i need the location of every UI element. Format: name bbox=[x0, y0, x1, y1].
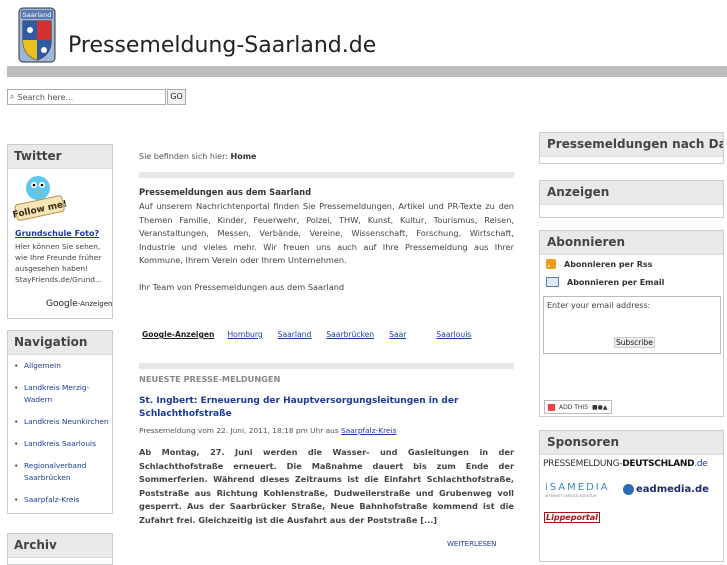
latest-news-header: NEUESTE PRESSE-MELDUNGEN bbox=[139, 374, 281, 384]
nav-item-allgemein[interactable]: Allgemein bbox=[14, 360, 110, 372]
ad-link-saarlouis[interactable]: Saarlouis bbox=[436, 330, 471, 339]
sponsor-isamedia[interactable]: iSAMEDIA bbox=[545, 482, 610, 493]
mail-icon bbox=[546, 277, 559, 287]
breadcrumb-prefix: Sie befinden sich hier: bbox=[139, 152, 228, 161]
addthis-label: ADD THIS bbox=[559, 403, 589, 411]
google-ads-links: Google-Anzeigen Homburg Saarland Saarbrü… bbox=[142, 330, 514, 339]
sponsor-pressemeldung-deutschland[interactable]: PRESSEMELDUNG-DEUTSCHLAND.de bbox=[543, 459, 708, 469]
nav-item-neunkirchen[interactable]: Landkreis Neunkirchen bbox=[14, 416, 110, 428]
eadmedia-logo-icon bbox=[623, 484, 634, 495]
ad-link-saar[interactable]: Saar bbox=[389, 330, 406, 339]
article-meta: Pressemeldung vom 22. Juni, 2011, 18:18 … bbox=[139, 426, 396, 435]
search-icon: ⌕ bbox=[10, 92, 15, 101]
header-divider-bar bbox=[7, 66, 727, 77]
subscribe-email-link[interactable]: Abonnieren per Email bbox=[546, 277, 664, 287]
search-placeholder: Search here... bbox=[17, 92, 74, 102]
rss-icon bbox=[546, 259, 556, 269]
content-divider bbox=[139, 172, 514, 178]
ad-link-homburg[interactable]: Homburg bbox=[227, 330, 262, 339]
addthis-plus-icon bbox=[548, 403, 555, 411]
subscribe-email-label: Abonnieren per Email bbox=[567, 277, 665, 287]
sponsor-eadmedia-label: eadmedia.de bbox=[636, 484, 709, 495]
google-ads-label[interactable]: Google-Anzeigen bbox=[142, 330, 214, 339]
article-excerpt: Ab Montag, 27. Juni werden die Wasser- u… bbox=[139, 447, 514, 525]
site-title[interactable]: Pressemeldung-Saarland.de bbox=[68, 33, 376, 58]
press-by-date-widget: Pressemeldungen nach Datum bbox=[539, 132, 724, 164]
subscribe-rss-label: Abonnieren per Rss bbox=[564, 259, 653, 269]
twitter-widget-title: Twitter bbox=[8, 145, 112, 169]
saarland-coat-of-arms-logo[interactable]: Saarland bbox=[18, 7, 56, 63]
nav-item-saarpfalz[interactable]: Saarpfalz-Kreis bbox=[14, 494, 110, 506]
ad-link-saarland[interactable]: Saarland bbox=[278, 330, 312, 339]
press-by-date-title: Pressemeldungen nach Datum bbox=[540, 133, 723, 157]
sponsor-isamedia-tagline: INTERNET SERVICE AGENTUR bbox=[545, 494, 597, 498]
nav-item-merzig-wadern[interactable]: Landkreis Merzig-Wadern bbox=[14, 382, 110, 406]
ads-widget: Anzeigen bbox=[539, 180, 724, 218]
archive-widget: Archiv bbox=[7, 533, 113, 565]
sponsors-widget-title: Sponsoren bbox=[540, 431, 723, 455]
breadcrumb-current: Home bbox=[230, 152, 257, 161]
archive-widget-title: Archiv bbox=[8, 534, 112, 558]
google-ads-brand: Google bbox=[46, 299, 78, 309]
navigation-widget-title: Navigation bbox=[8, 331, 112, 355]
subscribe-button[interactable]: Subscribe bbox=[614, 337, 655, 348]
search-go-button[interactable]: GO bbox=[167, 89, 186, 105]
twitter-follow-bird-icon[interactable]: Follow me! bbox=[12, 172, 68, 222]
intro-title: Pressemeldungen aus dem Saarland bbox=[139, 187, 312, 197]
sponsor-pm-bold: DEUTSCHLAND bbox=[622, 459, 695, 469]
google-ads-label[interactable]: Google-Anzeigen bbox=[46, 299, 112, 309]
google-ads-suffix: -Anzeigen bbox=[77, 300, 113, 308]
nav-item-saarlouis[interactable]: Landkreis Saarlouis bbox=[14, 438, 110, 450]
navigation-list: Allgemein Landkreis Merzig-Wadern Landkr… bbox=[14, 360, 110, 516]
article-category-link[interactable]: Saarpfalz-Kreis bbox=[341, 426, 396, 435]
subscribe-widget-title: Abonnieren bbox=[540, 231, 723, 255]
ad-link-grundschule[interactable]: Grundschule Foto? bbox=[15, 229, 99, 238]
logo-text: Saarland bbox=[23, 11, 52, 19]
intro-signature: Ihr Team von Pressemeldungen aus dem Saa… bbox=[139, 282, 345, 292]
content-divider bbox=[139, 363, 514, 369]
sponsor-eadmedia[interactable]: eadmedia.de bbox=[623, 484, 709, 495]
breadcrumb: Sie befinden sich hier: Home bbox=[139, 152, 256, 161]
sponsor-lippeportal[interactable]: Lippeportal bbox=[544, 512, 600, 523]
sponsor-pm-prefix: PRESSEMELDUNG- bbox=[543, 459, 623, 469]
nav-item-saarbruecken[interactable]: Regionalverband Saarbrücken bbox=[14, 460, 110, 484]
subscribe-rss-link[interactable]: Abonnieren per Rss bbox=[546, 259, 652, 269]
addthis-button[interactable]: ADD THIS ■●▲ bbox=[544, 400, 612, 414]
ad-text: Hier können Sie sehen, wie Ihre Freunde … bbox=[15, 242, 103, 284]
sponsor-pm-suffix: .de bbox=[694, 459, 708, 469]
ad-link-saarbruecken[interactable]: Saarbrücken bbox=[326, 330, 374, 339]
ads-widget-title: Anzeigen bbox=[540, 181, 723, 205]
article-meta-text: Pressemeldung vom 22. Juni, 2011, 18:18 … bbox=[139, 426, 339, 435]
article-title-link[interactable]: St. Ingbert: Erneuerung der Hauptversorg… bbox=[139, 395, 514, 421]
share-icons: ■●▲ bbox=[592, 403, 608, 411]
read-more-link[interactable]: WEITERLESEN bbox=[447, 540, 496, 548]
intro-body: Auf unserem Nachrichtenportal finden Sie… bbox=[139, 201, 514, 266]
search-input[interactable]: ⌕ Search here... bbox=[7, 89, 166, 105]
